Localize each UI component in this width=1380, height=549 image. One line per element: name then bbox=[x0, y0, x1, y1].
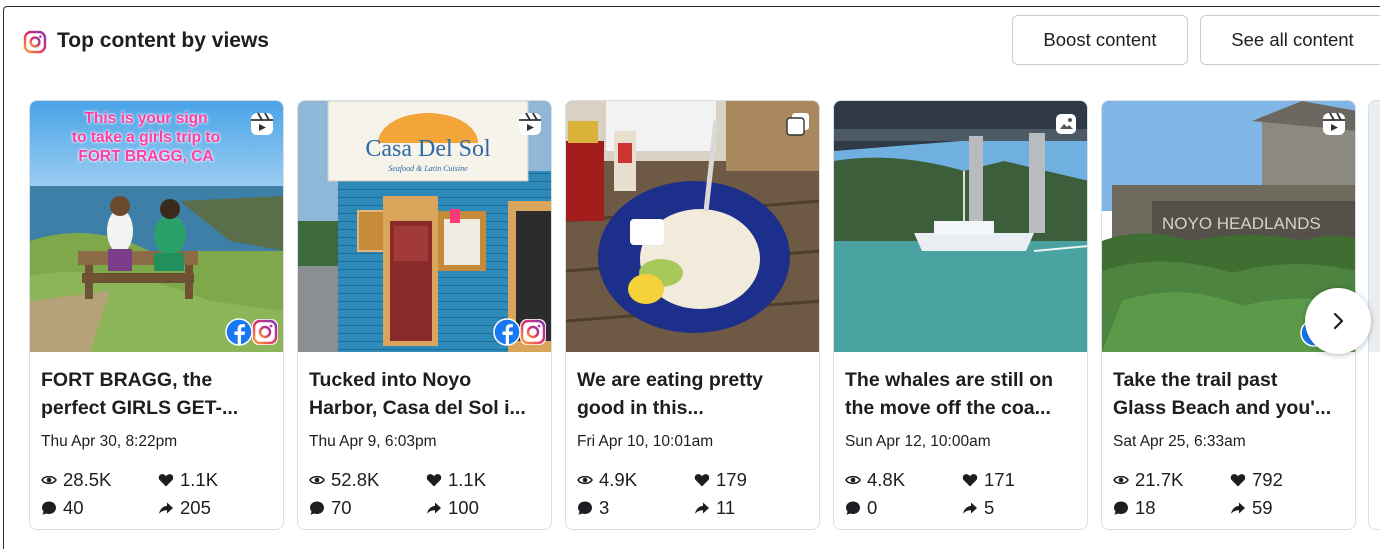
share-icon bbox=[1231, 502, 1245, 514]
share-icon bbox=[695, 502, 709, 514]
content-card[interactable]: Casa Del Sol Seafood & Latin Cuisine Tuc… bbox=[297, 100, 552, 530]
sign-subtitle: Seafood & Latin Cuisine bbox=[388, 164, 468, 173]
comment-icon bbox=[846, 501, 860, 515]
eye-icon bbox=[1113, 475, 1129, 485]
shares-metric: 205 bbox=[158, 497, 211, 519]
content-card[interactable]: This is your sign to take a girls trip t… bbox=[29, 100, 284, 530]
views-metric: 28.5K bbox=[41, 469, 111, 491]
carousel-icon bbox=[786, 113, 809, 136]
post-caption: Take the trail past Glass Beach and you'… bbox=[1113, 369, 1332, 419]
comments-metric: 0 bbox=[845, 497, 877, 519]
share-icon bbox=[963, 502, 977, 514]
instagram-icon bbox=[23, 30, 47, 54]
post-date: Thu Apr 30, 8:22pm bbox=[41, 433, 178, 450]
chevron-right-icon bbox=[1333, 312, 1344, 330]
facebook-instagram-icon bbox=[225, 318, 278, 346]
post-date: Sun Apr 12, 10:00am bbox=[845, 433, 991, 450]
page-title: Top content by views bbox=[57, 29, 269, 52]
shares-metric: 59 bbox=[1230, 497, 1273, 519]
shares-metric: 100 bbox=[426, 497, 479, 519]
comments-metric: 3 bbox=[577, 497, 609, 519]
views-metric: 21.7K bbox=[1113, 469, 1183, 491]
likes-metric: 1.1K bbox=[426, 469, 486, 491]
likes-metric: 1.1K bbox=[158, 469, 218, 491]
post-caption: Tucked into Noyo Harbor, Casa del Sol i.… bbox=[309, 369, 526, 419]
heart-icon bbox=[694, 474, 710, 487]
shares-metric: 11 bbox=[694, 497, 735, 519]
reel-icon bbox=[519, 112, 541, 135]
comments-metric: 18 bbox=[1113, 497, 1156, 519]
heart-icon bbox=[1230, 474, 1246, 487]
sign-text: NOYO HEADLANDS bbox=[1162, 214, 1321, 233]
post-date: Thu Apr 9, 6:03pm bbox=[309, 433, 437, 450]
facebook-instagram-icon bbox=[493, 318, 546, 346]
post-thumbnail[interactable]: Casa Del Sol Seafood & Latin Cuisine bbox=[298, 101, 551, 352]
reel-icon bbox=[1323, 112, 1345, 135]
views-metric: 4.9K bbox=[577, 469, 637, 491]
post-date: Fri Apr 10, 10:01am bbox=[577, 433, 714, 450]
share-icon bbox=[159, 502, 173, 514]
overlay-text-line: to take a girls trip to bbox=[71, 129, 221, 146]
content-card[interactable]: We are eating pretty good in this... Fri… bbox=[565, 100, 820, 530]
overlay-text-line: This is your sign bbox=[84, 110, 208, 127]
reel-icon bbox=[251, 112, 273, 135]
next-button[interactable] bbox=[1305, 288, 1371, 354]
post-caption: We are eating pretty good in this... bbox=[577, 369, 764, 419]
post-caption: FORT BRAGG, the perfect GIRLS GET-... bbox=[41, 369, 239, 419]
likes-metric: 792 bbox=[1230, 469, 1283, 491]
share-icon bbox=[427, 502, 441, 514]
eye-icon bbox=[309, 475, 325, 485]
eye-icon bbox=[577, 475, 593, 485]
heart-icon bbox=[426, 474, 442, 487]
sign-title: Casa Del Sol bbox=[365, 136, 491, 162]
post-thumbnail[interactable] bbox=[834, 101, 1087, 352]
comment-icon bbox=[42, 501, 56, 515]
see-all-content-button[interactable]: See all content bbox=[1200, 15, 1380, 65]
comment-icon bbox=[578, 501, 592, 515]
post-caption: The whales are still on the move off the… bbox=[845, 369, 1054, 419]
shares-metric: 5 bbox=[962, 497, 994, 519]
comments-metric: 40 bbox=[41, 497, 84, 519]
overlay-text-line: FORT BRAGG, CA bbox=[78, 148, 214, 165]
top-content-panel: Top content by views Boost content See a… bbox=[3, 6, 1380, 549]
heart-icon bbox=[158, 474, 174, 487]
views-metric: 52.8K bbox=[309, 469, 379, 491]
likes-metric: 179 bbox=[694, 469, 747, 491]
comment-icon bbox=[310, 501, 324, 515]
likes-metric: 171 bbox=[962, 469, 1015, 491]
photo-icon bbox=[1056, 114, 1076, 134]
boost-content-button[interactable]: Boost content bbox=[1012, 15, 1188, 65]
eye-icon bbox=[845, 475, 861, 485]
comment-icon bbox=[1114, 501, 1128, 515]
post-thumbnail[interactable]: This is your sign to take a girls trip t… bbox=[30, 101, 283, 352]
post-date: Sat Apr 25, 6:33am bbox=[1113, 433, 1246, 450]
content-card[interactable]: The whales are still on the move off the… bbox=[833, 100, 1088, 530]
comments-metric: 70 bbox=[309, 497, 352, 519]
heart-icon bbox=[962, 474, 978, 487]
views-metric: 4.8K bbox=[845, 469, 905, 491]
eye-icon bbox=[41, 475, 57, 485]
post-thumbnail[interactable] bbox=[566, 101, 819, 352]
